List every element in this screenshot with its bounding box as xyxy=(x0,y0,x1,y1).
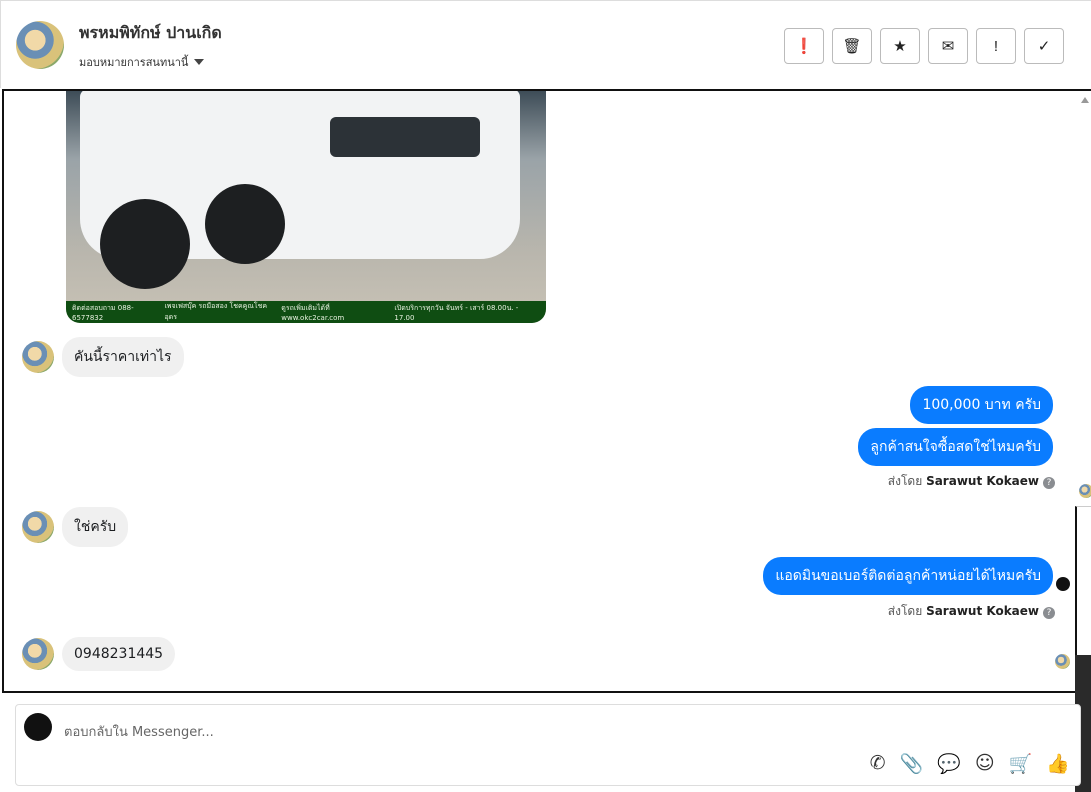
seen-page-avatar xyxy=(1056,577,1070,591)
message-row: ลูกค้าสนใจซื้อสดใช่ไหมครับ xyxy=(858,428,1053,466)
page-avatar xyxy=(24,713,52,741)
trash-icon[interactable]: 🗑 xyxy=(832,28,872,64)
reply-input[interactable]: ตอบกลับใน Messenger... xyxy=(64,721,214,742)
message-thread: ติดต่อสอบถาม 088-6577832 เพจเฟสบุ๊ค รถมื… xyxy=(2,89,1091,693)
banner-text: เปิดบริการทุกวัน จันทร์ - เสาร์ 08.00น. … xyxy=(394,303,519,322)
banner-text: เพจเฟสบุ๊ค รถมือสอง โชคคูณโชค อุดร xyxy=(164,302,268,321)
customer-avatar xyxy=(22,341,54,373)
chat-bubble-icon[interactable]: 💬 xyxy=(937,752,961,775)
scroll-up-arrow[interactable] xyxy=(1081,97,1089,103)
exclamation-icon[interactable]: ! xyxy=(976,28,1016,64)
banner-text: ดูรถเพิ่มเติมได้ที่ www.okc2car.com xyxy=(281,303,345,322)
assign-label: มอบหมายการสนทนานี้ xyxy=(79,56,189,69)
customer-avatar xyxy=(22,511,54,543)
sent-by-label: ส่งโดย Sarawut Kokaew? xyxy=(888,472,1055,491)
outgoing-message: แอดมินขอเบอร์ติดต่อลูกค้าหน่อยได้ไหมครับ xyxy=(763,557,1053,595)
outgoing-message: ลูกค้าสนใจซื้อสดใช่ไหมครับ xyxy=(858,428,1053,466)
sent-by-label: ส่งโดย Sarawut Kokaew? xyxy=(888,602,1055,621)
message-row: 100,000 บาท ครับ xyxy=(910,386,1053,424)
incoming-message: ใช่ครับ xyxy=(62,507,129,547)
message-row: คันนี้ราคาเท่าไร xyxy=(22,337,184,377)
cart-add-icon[interactable]: 🛒 xyxy=(1009,752,1033,775)
message-row: 0948231445 xyxy=(22,637,176,671)
banner-text: ติดต่อสอบถาม 088-6577832 xyxy=(72,303,134,322)
incoming-message: 0948231445 xyxy=(62,637,176,671)
smiley-icon[interactable]: ☺ xyxy=(975,752,995,775)
message-row: แอดมินขอเบอร์ติดต่อลูกค้าหน่อยได้ไหมครับ xyxy=(763,557,1053,595)
conversation-header: พรหมพิทักษ์ ปานเกิด มอบหมายการสนทนานี้ ❗… xyxy=(0,0,1091,88)
customer-avatar xyxy=(16,21,64,69)
seen-customer-avatar xyxy=(1055,654,1070,669)
truck-photo[interactable]: ติดต่อสอบถาม 088-6577832 เพจเฟสบุ๊ค รถมื… xyxy=(66,91,546,323)
incoming-message: คันนี้ราคาเท่าไร xyxy=(62,337,184,377)
outgoing-message: 100,000 บาท ครับ xyxy=(910,386,1053,424)
check-icon[interactable]: ✓ xyxy=(1024,28,1064,64)
customer-avatar xyxy=(22,638,54,670)
thumbs-up-icon[interactable]: 👍 xyxy=(1046,752,1070,775)
customer-name: พรหมพิทักษ์ ปานเกิด xyxy=(79,23,222,42)
call-add-icon[interactable]: ✆ xyxy=(870,752,886,775)
mail-icon[interactable]: ✉ xyxy=(928,28,968,64)
star-icon[interactable]: ★ xyxy=(880,28,920,64)
alert-circle-icon[interactable]: ❗ xyxy=(784,28,824,64)
help-icon[interactable]: ? xyxy=(1043,477,1055,489)
side-avatar xyxy=(1079,484,1091,498)
message-row: ใช่ครับ xyxy=(22,507,129,547)
help-icon[interactable]: ? xyxy=(1043,607,1055,619)
paperclip-icon[interactable]: 📎 xyxy=(900,752,924,775)
reply-composer: ตอบกลับใน Messenger... ✆ 📎 💬 ☺ 🛒 👍 xyxy=(15,704,1081,786)
caret-down-icon xyxy=(194,59,205,65)
photo-banner: ติดต่อสอบถาม 088-6577832 เพจเฟสบุ๊ค รถมื… xyxy=(66,301,546,323)
truck-body xyxy=(80,91,520,289)
assign-conversation-dropdown[interactable]: มอบหมายการสนทนานี้ xyxy=(79,53,205,71)
